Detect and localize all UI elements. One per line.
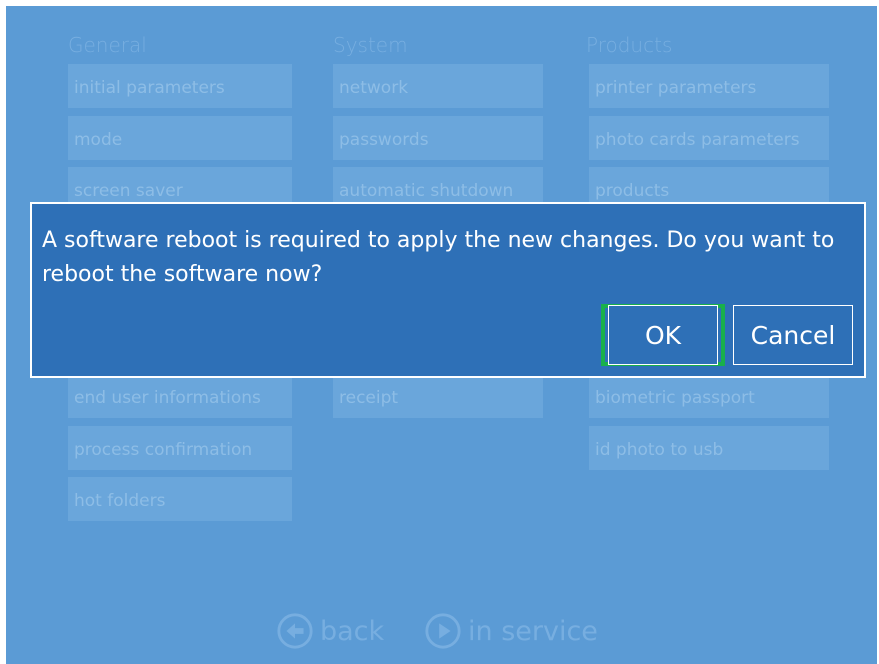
menu-item-photo-cards-parameters[interactable]: photo cards parameters (589, 116, 829, 160)
cancel-button[interactable]: Cancel (733, 305, 853, 365)
dialog-message: A software reboot is required to apply t… (42, 228, 835, 287)
in-service-label: in service (468, 615, 598, 647)
system-header: System (333, 33, 408, 57)
general-header: General (68, 33, 147, 57)
play-circle-icon (425, 613, 461, 649)
menu-item-printer-parameters[interactable]: printer parameters (589, 64, 829, 108)
products-header: Products (586, 33, 673, 57)
bottom-nav: back in service (6, 612, 879, 660)
menu-item-process-confirmation[interactable]: process confirmation (68, 426, 292, 470)
ok-button[interactable]: OK (608, 305, 718, 365)
menu-item-biometric-passport[interactable]: biometric passport (589, 374, 829, 418)
menu-item-network[interactable]: network (333, 64, 543, 108)
in-service-button[interactable]: in service (424, 612, 598, 650)
reboot-dialog: A software reboot is required to apply t… (30, 202, 866, 378)
menu-item-mode[interactable]: mode (68, 116, 292, 160)
menu-item-id-photo-to-usb[interactable]: id photo to usb (589, 426, 829, 470)
menu-item-passwords[interactable]: passwords (333, 116, 543, 160)
menu-item-end-user-informations[interactable]: end user informations (68, 374, 292, 418)
back-label: back (320, 615, 385, 647)
back-button[interactable]: back (276, 612, 384, 650)
arrow-left-circle-icon (277, 613, 313, 649)
menu-item-hot-folders[interactable]: hot folders (68, 477, 292, 521)
menu-item-receipt[interactable]: receipt (333, 374, 543, 418)
menu-item-initial-parameters[interactable]: initial parameters (68, 64, 292, 108)
